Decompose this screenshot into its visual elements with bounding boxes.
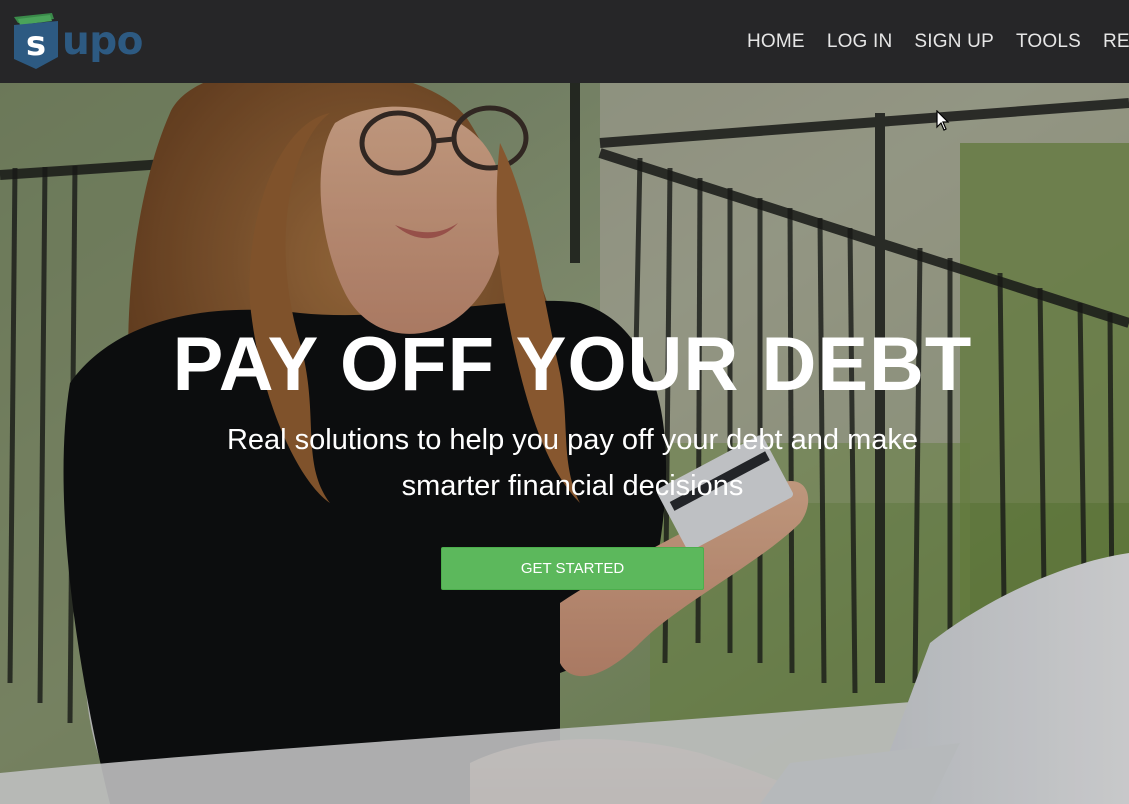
nav-log-in[interactable]: LOG IN <box>827 31 893 53</box>
nav-sign-up[interactable]: SIGN UP <box>914 31 994 53</box>
main-nav: HOME LOG IN SIGN UP TOOLS RES <box>747 31 1129 53</box>
nav-tools[interactable]: TOOLS <box>1016 31 1081 53</box>
logo-wordmark: upo <box>62 19 143 64</box>
nav-home[interactable]: HOME <box>747 31 805 53</box>
logo-letter: s <box>26 24 46 64</box>
logo-shield-icon: s <box>14 13 58 69</box>
nav-resources[interactable]: RES <box>1103 31 1129 53</box>
hero-title: PAY OFF YOUR DEBT <box>172 322 973 407</box>
mouse-pointer-icon <box>936 110 950 131</box>
supo-logo[interactable]: s upo <box>12 9 157 71</box>
hero-section: PAY OFF YOUR DEBT Real solutions to help… <box>0 83 1129 804</box>
get-started-button[interactable]: GET STARTED <box>441 547 704 590</box>
top-navbar: s upo HOME LOG IN SIGN UP TOOLS RES <box>0 0 1129 83</box>
page: s upo HOME LOG IN SIGN UP TOOLS RES <box>0 0 1129 804</box>
hero-subtitle: Real solutions to help you pay off your … <box>226 424 919 502</box>
